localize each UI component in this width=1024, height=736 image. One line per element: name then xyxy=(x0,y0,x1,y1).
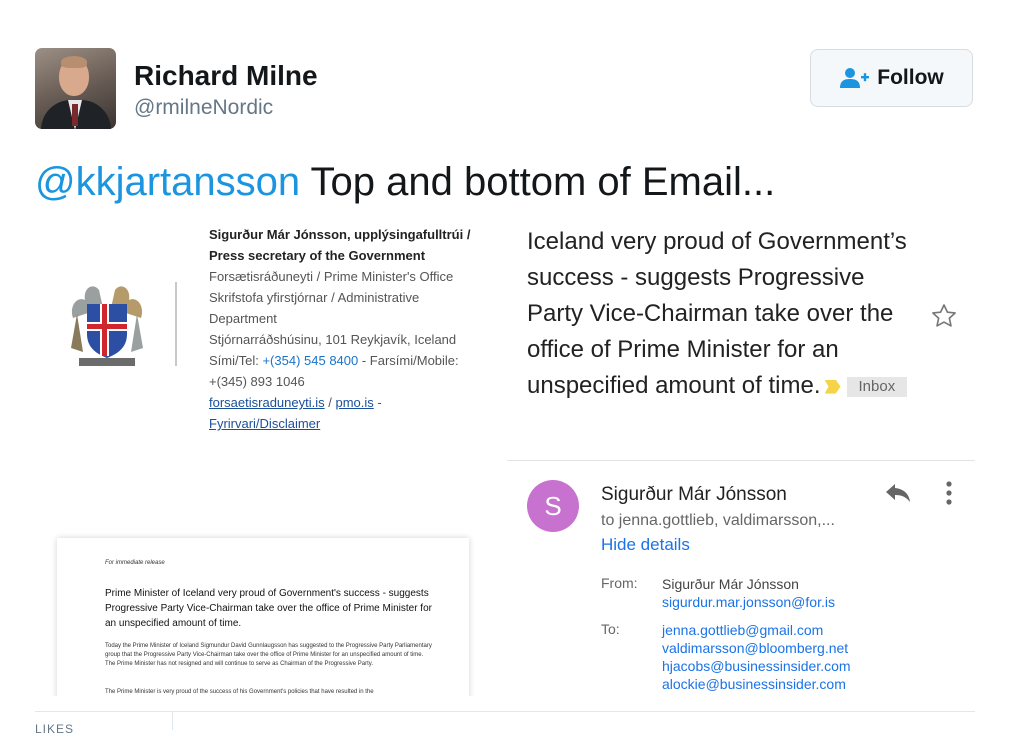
from-label: From: xyxy=(601,575,638,591)
reply-icon[interactable] xyxy=(885,482,911,504)
release-paragraph-2: The Prime Minister is very proud of the … xyxy=(105,689,374,695)
signature-address: Stjórnarráðshúsinu, 101 Reykjavík, Icela… xyxy=(209,332,457,347)
signature-office: Forsætisráðuneyti / Prime Minister's Off… xyxy=(209,269,454,284)
user-handle[interactable]: @rmilneNordic xyxy=(134,96,273,120)
signature-divider xyxy=(175,282,177,366)
follow-button[interactable]: Follow xyxy=(810,49,973,107)
inbox-label[interactable]: Inbox xyxy=(846,376,908,397)
mobile-label: - Farsími/Mobile: xyxy=(358,353,459,368)
important-marker-icon[interactable] xyxy=(824,379,841,394)
stats-divider xyxy=(35,711,975,712)
email-divider xyxy=(507,460,975,461)
tweet-text: @kkjartansson Top and bottom of Email... xyxy=(35,160,775,205)
email-signature: Sigurður Már Jónsson, upplýsingafulltrúi… xyxy=(209,224,509,434)
from-email[interactable]: sigurdur.mar.jonsson@for.is xyxy=(662,593,835,611)
recipient-email[interactable]: alockie@businessinsider.com xyxy=(662,675,851,693)
release-headline: Prime Minister of Iceland very proud of … xyxy=(105,588,432,629)
tweet-body: Top and bottom of Email... xyxy=(300,160,776,204)
phone-label: Sími/Tel: xyxy=(209,353,263,368)
from-details: Sigurður Már Jónsson sigurdur.mar.jonsso… xyxy=(662,575,835,611)
likes-label[interactable]: LIKES xyxy=(35,722,74,736)
press-release-document: For immediate release Prime Minister of … xyxy=(57,538,469,696)
display-name[interactable]: Richard Milne xyxy=(134,60,318,92)
signature-mobile: +(345) 893 1046 xyxy=(209,374,305,389)
signature-links: forsaetisraduneyti.is / pmo.is - xyxy=(209,392,509,413)
signature-department: Skrifstofa yfirstjórnar / Administrative xyxy=(209,290,420,305)
to-label: To: xyxy=(601,621,620,637)
disclaimer-link[interactable]: Fyrirvari/Disclaimer xyxy=(209,416,320,431)
stats-column-divider xyxy=(172,712,173,730)
signature-department-cont: Department xyxy=(209,311,277,326)
release-paragraph: Today the Prime Minister of Iceland Sigm… xyxy=(105,643,432,667)
to-recipients: jenna.gottlieb@gmail.com valdimarsson@bl… xyxy=(662,621,851,693)
sender-name[interactable]: Sigurður Már Jónsson xyxy=(601,484,787,506)
more-options-icon[interactable] xyxy=(945,480,953,506)
signature-title: Press secretary of the Government xyxy=(209,248,426,263)
recipient-email[interactable]: valdimarsson@bloomberg.net xyxy=(662,639,851,657)
follow-user-icon xyxy=(840,68,870,88)
recipient-email[interactable]: jenna.gottlieb@gmail.com xyxy=(662,621,851,639)
sender-avatar[interactable]: S xyxy=(527,480,579,532)
pmo-link[interactable]: pmo.is xyxy=(335,395,373,410)
subject-text: Iceland very proud of Government’s succe… xyxy=(527,228,907,399)
star-icon[interactable] xyxy=(930,302,958,330)
signature-name: Sigurður Már Jónsson, upplýsingafulltrúi… xyxy=(209,227,471,242)
release-label: For immediate release xyxy=(105,560,165,566)
phone-link[interactable]: +(354) 545 8400 xyxy=(262,353,358,368)
recipients-summary: to jenna.gottlieb, valdimarsson,... xyxy=(601,512,835,529)
link-dash: - xyxy=(373,395,382,410)
coat-of-arms-icon xyxy=(71,286,143,366)
tweet-media-image[interactable]: Sigurður Már Jónsson, upplýsingafulltrúi… xyxy=(35,218,975,696)
recipient-email[interactable]: hjacobs@businessinsider.com xyxy=(662,657,851,675)
from-name: Sigurður Már Jónsson xyxy=(662,576,799,592)
profile-avatar[interactable] xyxy=(35,48,116,129)
signature-phone-line: Sími/Tel: +(354) 545 8400 - Farsími/Mobi… xyxy=(209,350,509,371)
follow-button-label: Follow xyxy=(877,66,944,89)
mention-link[interactable]: @kkjartansson xyxy=(35,160,300,204)
email-subject: Iceland very proud of Government’s succe… xyxy=(527,224,927,404)
link-separator: / xyxy=(324,395,336,410)
hide-details-link[interactable]: Hide details xyxy=(601,535,690,555)
website-link[interactable]: forsaetisraduneyti.is xyxy=(209,395,325,410)
